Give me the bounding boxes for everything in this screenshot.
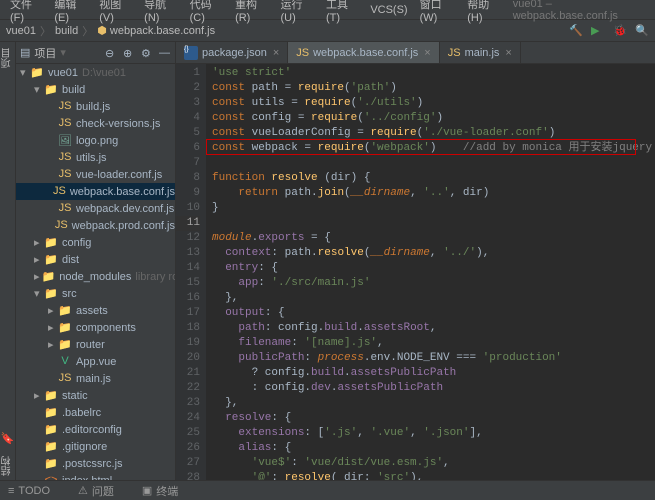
- folder-icon: 📁: [44, 423, 58, 437]
- menu-item[interactable]: 视图(V): [93, 0, 138, 24]
- menu-item[interactable]: 窗口(W): [414, 0, 462, 24]
- tree-node[interactable]: ▸📁static: [16, 387, 175, 404]
- js-icon: JS: [58, 117, 72, 131]
- js-icon: JS: [296, 47, 309, 59]
- folder-icon: 📁: [58, 338, 72, 352]
- tree-node[interactable]: 📁.babelrc: [16, 404, 175, 421]
- tree-node[interactable]: JSmain.js: [16, 370, 175, 387]
- expand-icon[interactable]: ⊕: [123, 47, 135, 59]
- editor-tabs: {}package.json×JSwebpack.base.conf.js×JS…: [176, 42, 655, 64]
- editor-tab[interactable]: {}package.json×: [176, 42, 288, 63]
- run-icon[interactable]: ▶: [591, 24, 605, 38]
- folder-icon: 📁: [30, 66, 44, 80]
- folder-icon: 📁: [44, 457, 58, 471]
- problems-tab[interactable]: ⚠ 问题: [78, 483, 128, 499]
- menu-item[interactable]: 导航(N): [138, 0, 183, 24]
- bottom-toolbar: ≡ TODO ⚠ 问题 ▣ 终端: [0, 480, 655, 500]
- debug-icon[interactable]: 🐞: [613, 24, 627, 38]
- menu-item[interactable]: 文件(F): [4, 0, 48, 24]
- gutter: 1234567891011121314151617181920212223242…: [176, 64, 206, 480]
- tree-node[interactable]: JSwebpack.dev.conf.js: [16, 200, 175, 217]
- tree-node[interactable]: ▾📁src: [16, 285, 175, 302]
- folder-icon: 📁: [44, 83, 58, 97]
- project-icon: ▤: [20, 46, 30, 59]
- menu-item[interactable]: 运行(U): [275, 0, 320, 24]
- js-icon: JS: [53, 185, 66, 199]
- folder-icon: 📁: [44, 440, 58, 454]
- menu-item[interactable]: 帮助(H): [461, 0, 506, 24]
- menu-item[interactable]: 编辑(E): [48, 0, 93, 24]
- js-icon: JS: [58, 100, 72, 114]
- breadcrumb-item[interactable]: ⬢ webpack.base.conf.js: [97, 24, 215, 37]
- tree-node[interactable]: ▸📁node_moduleslibrary root: [16, 268, 175, 285]
- folder-icon: 📁: [44, 406, 58, 420]
- menu-item[interactable]: 工具(T): [320, 0, 364, 24]
- js-icon: JS: [58, 202, 72, 216]
- menu-item[interactable]: 代码(C): [184, 0, 229, 24]
- project-tree: ▤ 项目 ▾ ⊖ ⊕ ⚙ — ▾📁vue01D:\vue01▾📁buildJSb…: [16, 42, 176, 480]
- tree-node[interactable]: ▸📁assets: [16, 302, 175, 319]
- tree-node[interactable]: JSwebpack.base.conf.js: [16, 183, 175, 200]
- menu-item[interactable]: VCS(S): [364, 4, 413, 16]
- tree-node[interactable]: JSvue-loader.conf.js: [16, 166, 175, 183]
- project-tool-tab[interactable]: 项目: [0, 44, 15, 72]
- png-icon: 🖼: [58, 134, 72, 148]
- editor: {}package.json×JSwebpack.base.conf.js×JS…: [176, 42, 655, 480]
- structure-tool-tab[interactable]: 结构: [0, 452, 15, 480]
- tree-title: 项目: [34, 45, 56, 61]
- bookmark-icon[interactable]: 🔖: [1, 432, 15, 446]
- folder-icon: 📁: [44, 253, 58, 267]
- js-icon: JS: [58, 168, 72, 182]
- hammer-icon[interactable]: 🔨: [569, 24, 583, 38]
- js-icon: JS: [58, 151, 72, 165]
- folder-icon: 📁: [58, 321, 72, 335]
- tree-node[interactable]: 📁.postcssrc.js: [16, 455, 175, 472]
- breadcrumb-item[interactable]: build: [55, 25, 78, 37]
- hide-icon[interactable]: —: [159, 47, 171, 59]
- folder-icon: 📁: [44, 287, 58, 301]
- breadcrumb-item[interactable]: vue01: [6, 25, 36, 37]
- editor-tab[interactable]: JSwebpack.base.conf.js×: [288, 42, 439, 63]
- close-icon[interactable]: ×: [424, 47, 430, 59]
- js-icon: JS: [448, 47, 461, 59]
- tree-node[interactable]: ▸📁config: [16, 234, 175, 251]
- tree-node[interactable]: <>index.html: [16, 472, 175, 480]
- folder-icon: 📁: [44, 389, 58, 403]
- close-icon[interactable]: ×: [273, 47, 279, 59]
- search-icon[interactable]: 🔍: [635, 24, 649, 38]
- code-area[interactable]: 'use strict'const path = require('path')…: [206, 64, 655, 480]
- tree-node[interactable]: ▸📁dist: [16, 251, 175, 268]
- tree-node[interactable]: 🖼logo.png: [16, 132, 175, 149]
- folder-icon: 📁: [58, 304, 72, 318]
- settings-icon[interactable]: ⚙: [141, 47, 153, 59]
- collapse-icon[interactable]: ⊖: [105, 47, 117, 59]
- js-icon: JS: [58, 372, 72, 386]
- tree-node[interactable]: ▸📁router: [16, 336, 175, 353]
- js-icon: JS: [55, 219, 68, 233]
- tree-node[interactable]: ▾📁vue01D:\vue01: [16, 64, 175, 81]
- tree-node[interactable]: JSbuild.js: [16, 98, 175, 115]
- tree-node[interactable]: 📁.gitignore: [16, 438, 175, 455]
- menubar: 文件(F)编辑(E)视图(V)导航(N)代码(C)重构(R)运行(U)工具(T)…: [0, 0, 655, 20]
- folder-icon: 📁: [42, 270, 56, 284]
- html-icon: <>: [44, 474, 58, 481]
- folder-icon: 📁: [44, 236, 58, 250]
- editor-tab[interactable]: JSmain.js×: [440, 42, 521, 63]
- tree-node[interactable]: JSwebpack.prod.conf.js: [16, 217, 175, 234]
- terminal-tab[interactable]: ▣ 终端: [142, 483, 192, 499]
- vue-icon: V: [58, 355, 72, 369]
- left-rail: 项目 🔖 结构: [0, 42, 16, 480]
- tree-node[interactable]: ▾📁build: [16, 81, 175, 98]
- tree-node[interactable]: ▸📁components: [16, 319, 175, 336]
- window-title: vue01 – webpack.base.conf.js: [507, 0, 651, 22]
- menu-item[interactable]: 重构(R): [229, 0, 274, 24]
- json-icon: {}: [184, 46, 198, 60]
- tree-node[interactable]: JSutils.js: [16, 149, 175, 166]
- todo-tab[interactable]: ≡ TODO: [8, 485, 64, 497]
- tree-node[interactable]: 📁.editorconfig: [16, 421, 175, 438]
- tree-node[interactable]: JScheck-versions.js: [16, 115, 175, 132]
- tree-node[interactable]: VApp.vue: [16, 353, 175, 370]
- close-icon[interactable]: ×: [505, 47, 511, 59]
